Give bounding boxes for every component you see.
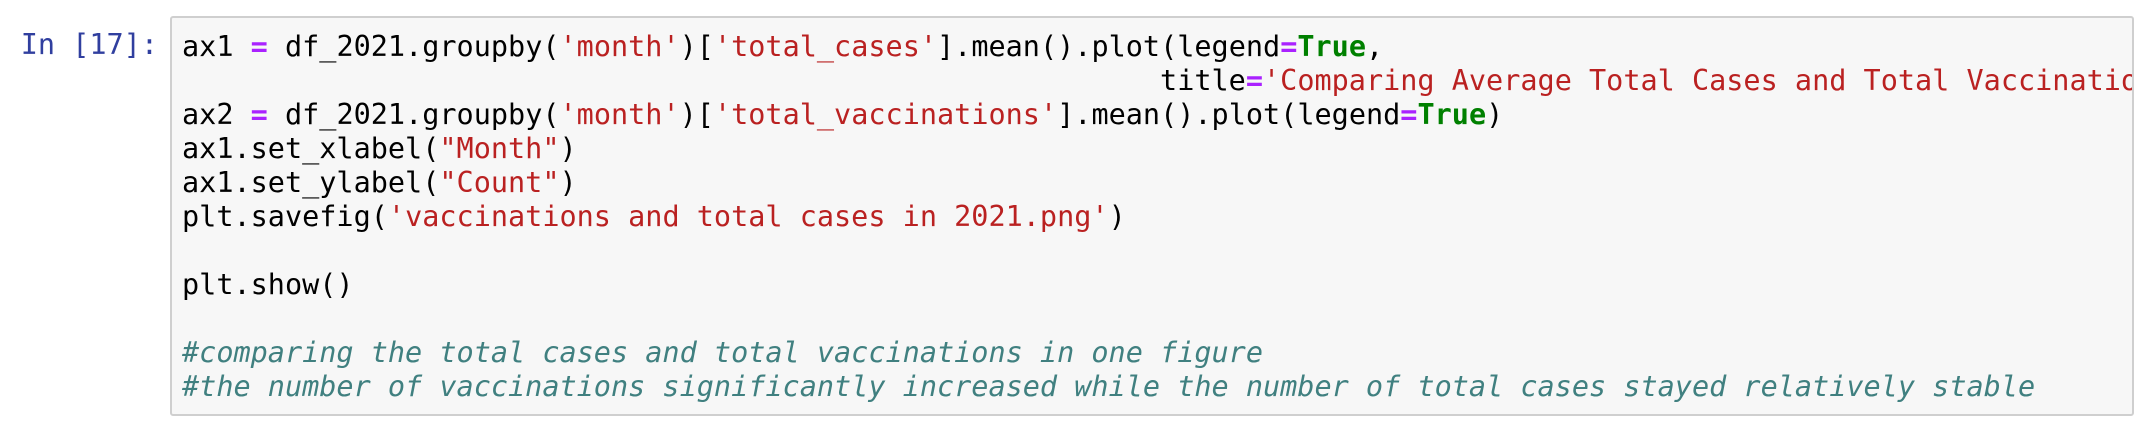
code-token: ax1 bbox=[182, 30, 251, 63]
code-token: )[ bbox=[679, 30, 714, 63]
code-token: #comparing the total cases and total vac… bbox=[182, 336, 1263, 369]
code-token: ax1.set_ylabel( bbox=[182, 166, 440, 199]
code-token: df_2021.groupby( bbox=[267, 98, 560, 131]
code-token: ) bbox=[559, 166, 577, 199]
code-token: = bbox=[1400, 98, 1418, 131]
code-token: )[ bbox=[679, 98, 714, 131]
code-line: plt.show() bbox=[182, 268, 2132, 302]
code-token: = bbox=[1245, 64, 1263, 97]
notebook-code-cell: In [17]: ax1 = df_2021.groupby('month')[… bbox=[0, 0, 2156, 436]
code-token: ) bbox=[1108, 200, 1126, 233]
code-line: ax1.set_xlabel("Month") bbox=[182, 132, 2132, 166]
code-token: True bbox=[1417, 98, 1487, 131]
code-token: "Count" bbox=[439, 166, 560, 199]
code-block: ax1 = df_2021.groupby('month')['total_ca… bbox=[182, 30, 2132, 404]
code-token: ax1.set_xlabel( bbox=[182, 132, 440, 165]
code-line: ax1.set_ylabel("Count") bbox=[182, 166, 2132, 200]
code-token: = bbox=[1280, 30, 1298, 63]
input-prompt: In [17]: bbox=[20, 28, 158, 61]
code-token: plt.show() bbox=[182, 268, 354, 301]
code-token: 'month' bbox=[559, 98, 680, 131]
code-token: 'month' bbox=[559, 30, 680, 63]
code-token: ) bbox=[1486, 98, 1504, 131]
code-token: ].mean().plot(legend bbox=[1057, 98, 1401, 131]
code-line: #comparing the total cases and total vac… bbox=[182, 336, 2132, 370]
code-token: "Month" bbox=[439, 132, 560, 165]
code-token: 'Comparing Average Total Cases and Total… bbox=[1263, 64, 2132, 97]
code-token: 'total_vaccinations' bbox=[713, 98, 1058, 131]
code-token: = bbox=[250, 98, 268, 131]
code-token: title bbox=[182, 64, 1246, 97]
code-line: plt.savefig('vaccinations and total case… bbox=[182, 200, 2132, 234]
code-editor[interactable]: ax1 = df_2021.groupby('month')['total_ca… bbox=[170, 16, 2134, 416]
code-token: ) bbox=[559, 132, 577, 165]
code-token: , bbox=[1366, 30, 1384, 63]
code-token: 'vaccinations and total cases in 2021.pn… bbox=[387, 200, 1109, 233]
code-token: 'total_cases' bbox=[713, 30, 938, 63]
code-token: = bbox=[250, 30, 268, 63]
code-line: title='Comparing Average Total Cases and… bbox=[182, 64, 2132, 98]
code-token: ].mean().plot(legend bbox=[937, 30, 1281, 63]
code-token: True bbox=[1297, 30, 1366, 63]
code-line: ax1 = df_2021.groupby('month')['total_ca… bbox=[182, 30, 2132, 64]
code-token: #the number of vaccinations significantl… bbox=[182, 370, 2036, 403]
code-token: ax2 bbox=[182, 98, 251, 131]
code-token: plt.savefig( bbox=[182, 200, 388, 233]
code-line: ax2 = df_2021.groupby('month')['total_va… bbox=[182, 98, 2132, 132]
code-line: #the number of vaccinations significantl… bbox=[182, 370, 2132, 404]
code-token: df_2021.groupby( bbox=[267, 30, 560, 63]
